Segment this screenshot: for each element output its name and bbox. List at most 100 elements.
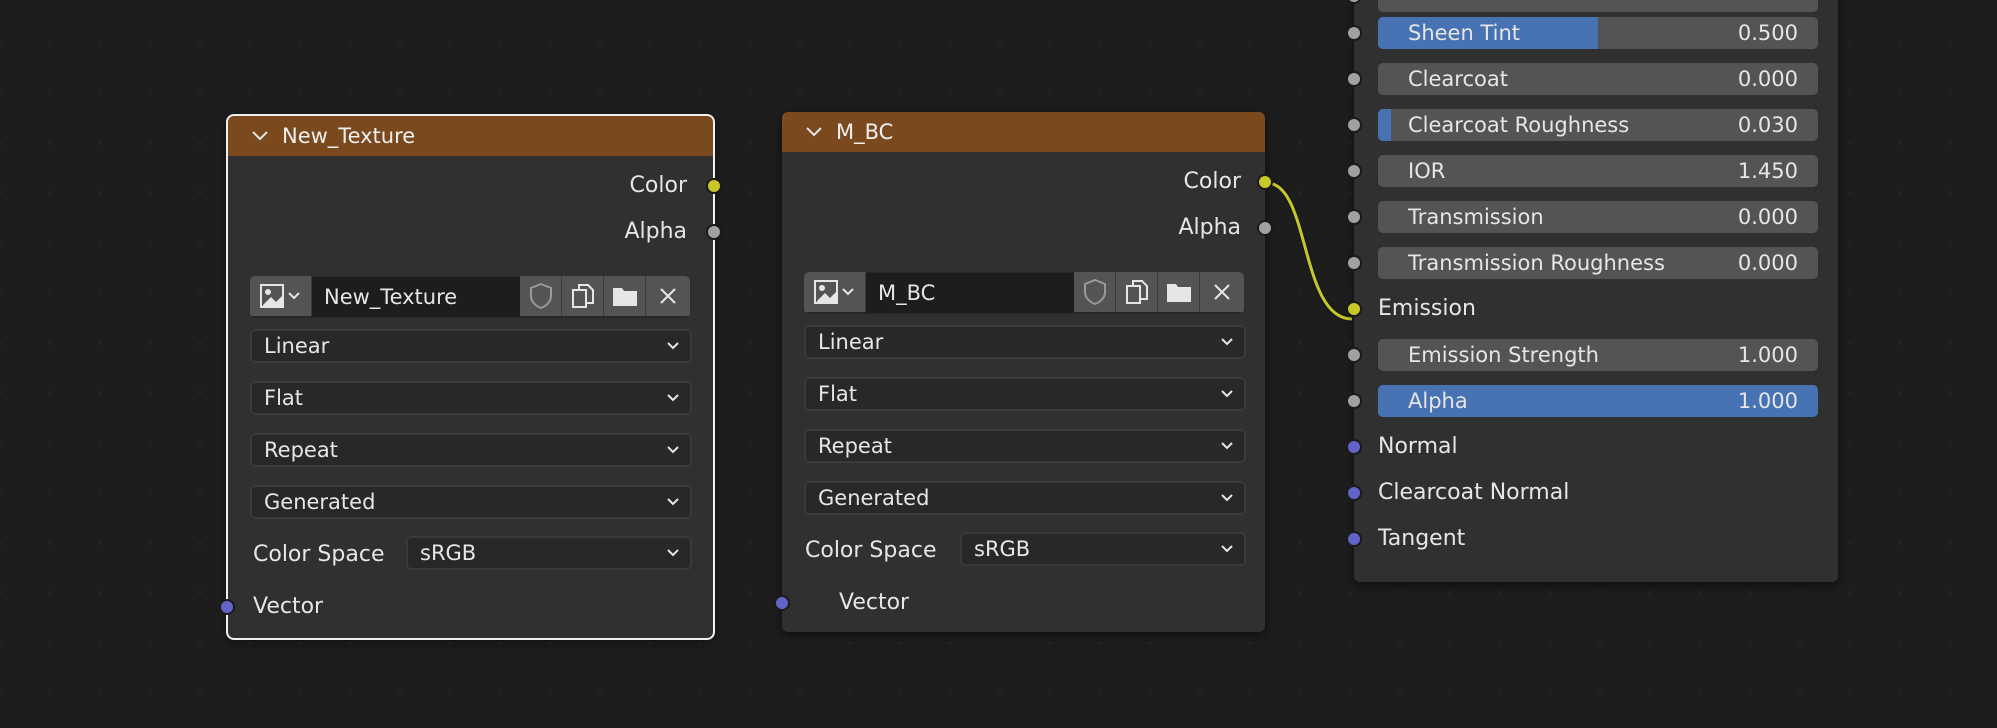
projection-value: Flat <box>264 386 304 410</box>
slider-value: 0.000 <box>1737 251 1798 275</box>
output-alpha-label: Alpha <box>1178 215 1241 240</box>
input-emission-socket[interactable] <box>1346 301 1362 317</box>
shield-icon <box>529 282 552 310</box>
input-emission-strength-socket[interactable] <box>1346 347 1362 363</box>
interpolation-value: Linear <box>264 334 330 358</box>
principled-bsdf-node[interactable]: Sheen Tint 0.500 Clearcoat 0.000 Clearco… <box>1346 0 1838 582</box>
interpolation-dropdown[interactable]: Linear <box>804 325 1246 359</box>
slider-label: Transmission <box>1408 205 1544 229</box>
duplicate-image-button[interactable] <box>562 276 604 316</box>
image-name-field[interactable]: M_BC <box>866 273 1074 313</box>
fake-user-button[interactable] <box>520 276 562 316</box>
unlink-image-button[interactable] <box>646 276 690 316</box>
chevron-down-icon <box>1221 442 1233 450</box>
slider-value: 0.000 <box>1737 67 1798 91</box>
slider-clearcoat[interactable]: Clearcoat 0.000 <box>1378 63 1818 95</box>
open-image-button[interactable] <box>1158 272 1200 312</box>
input-ior-socket[interactable] <box>1346 163 1362 179</box>
node-title: M_BC <box>836 120 894 144</box>
open-image-button[interactable] <box>604 276 646 316</box>
image-browse-button[interactable] <box>250 276 312 316</box>
duplicate-icon <box>571 284 594 308</box>
output-color-label: Color <box>629 173 687 198</box>
source-dropdown[interactable]: Generated <box>250 485 692 519</box>
close-icon <box>660 288 676 304</box>
output-alpha-socket[interactable] <box>706 224 722 240</box>
color-space-dropdown[interactable]: sRGB <box>406 536 692 570</box>
node-title: New_Texture <box>282 124 416 148</box>
folder-icon <box>612 288 637 306</box>
output-alpha-label: Alpha <box>624 219 687 244</box>
color-space-value: sRGB <box>420 541 477 565</box>
interpolation-value: Linear <box>818 330 884 354</box>
duplicate-icon <box>1125 280 1148 304</box>
input-normal-socket[interactable] <box>1346 439 1362 455</box>
input-transmission-roughness-socket[interactable] <box>1346 255 1362 271</box>
extension-dropdown[interactable]: Repeat <box>250 433 692 467</box>
projection-value: Flat <box>818 382 858 406</box>
slider-value: 1.000 <box>1737 389 1798 413</box>
image-texture-node-new-texture[interactable]: New_Texture Color Alpha New_Texture Line <box>219 114 722 640</box>
node-header[interactable]: New_Texture <box>228 116 713 156</box>
input-vector-socket[interactable] <box>219 599 235 615</box>
interpolation-dropdown[interactable]: Linear <box>250 329 692 363</box>
image-browse-button[interactable] <box>804 272 866 312</box>
image-texture-node-m-bc[interactable]: M_BC Color Alpha M_BC Linear Flat Repeat… <box>774 112 1273 632</box>
slider-emission-strength[interactable]: Emission Strength 1.000 <box>1378 339 1818 371</box>
slider-label: Alpha <box>1408 389 1468 413</box>
input-vector-socket[interactable] <box>774 595 790 611</box>
fake-user-button[interactable] <box>1074 272 1116 312</box>
chevron-down-icon <box>1221 338 1233 346</box>
input-alpha-socket[interactable] <box>1346 393 1362 409</box>
image-selector: M_BC <box>804 272 1244 314</box>
slider-sheen-tint[interactable]: Sheen Tint 0.500 <box>1378 17 1818 49</box>
collapse-chevron-icon[interactable] <box>802 120 826 144</box>
input-transmission-socket[interactable] <box>1346 209 1362 225</box>
output-color-socket[interactable] <box>1257 174 1273 190</box>
slider-label: Clearcoat <box>1408 67 1508 91</box>
node-header[interactable]: M_BC <box>782 112 1265 152</box>
slider-value: 0.000 <box>1737 205 1798 229</box>
image-name-field[interactable]: New_Texture <box>312 277 520 317</box>
shield-icon <box>1083 278 1106 306</box>
chevron-down-icon <box>1221 390 1233 398</box>
input-clearcoat-normal-label: Clearcoat Normal <box>1378 480 1570 505</box>
extension-value: Repeat <box>264 438 338 462</box>
image-selector: New_Texture <box>250 276 690 318</box>
slider-clearcoat-roughness[interactable]: Clearcoat Roughness 0.030 <box>1378 109 1818 141</box>
input-clearcoat-normal-socket[interactable] <box>1346 485 1362 501</box>
input-tangent-label: Tangent <box>1378 526 1466 551</box>
color-space-dropdown[interactable]: sRGB <box>960 532 1246 566</box>
input-normal-label: Normal <box>1378 434 1458 459</box>
projection-dropdown[interactable]: Flat <box>804 377 1246 411</box>
chevron-down-icon <box>1221 494 1233 502</box>
bsdf-slider-partial[interactable] <box>1378 0 1818 12</box>
input-emission-label: Emission <box>1378 296 1476 321</box>
slider-label: Sheen Tint <box>1408 21 1521 45</box>
output-color-socket[interactable] <box>706 178 722 194</box>
collapse-chevron-icon[interactable] <box>248 124 272 148</box>
input-vector-label: Vector <box>253 594 324 619</box>
color-space-label: Color Space <box>805 538 937 563</box>
input-tangent-socket[interactable] <box>1346 531 1362 547</box>
duplicate-image-button[interactable] <box>1116 272 1158 312</box>
unlink-image-button[interactable] <box>1200 272 1244 312</box>
chevron-down-icon <box>667 446 679 454</box>
slider-transmission-roughness[interactable]: Transmission Roughness 0.000 <box>1378 247 1818 279</box>
slider-ior[interactable]: IOR 1.450 <box>1378 155 1818 187</box>
slider-transmission[interactable]: Transmission 0.000 <box>1378 201 1818 233</box>
folder-icon <box>1166 284 1191 302</box>
input-clearcoat-socket[interactable] <box>1346 71 1362 87</box>
slider-value: 1.000 <box>1737 343 1798 367</box>
input-partial-socket[interactable] <box>1346 0 1362 4</box>
output-alpha-socket[interactable] <box>1257 220 1273 236</box>
input-sheen-tint-socket[interactable] <box>1346 25 1362 41</box>
image-icon <box>813 280 854 304</box>
slider-alpha[interactable]: Alpha 1.000 <box>1378 385 1818 417</box>
projection-dropdown[interactable]: Flat <box>250 381 692 415</box>
input-clearcoat-roughness-socket[interactable] <box>1346 117 1362 133</box>
chevron-down-icon <box>1221 545 1233 553</box>
source-dropdown[interactable]: Generated <box>804 481 1246 515</box>
color-space-value: sRGB <box>974 537 1031 561</box>
extension-dropdown[interactable]: Repeat <box>804 429 1246 463</box>
